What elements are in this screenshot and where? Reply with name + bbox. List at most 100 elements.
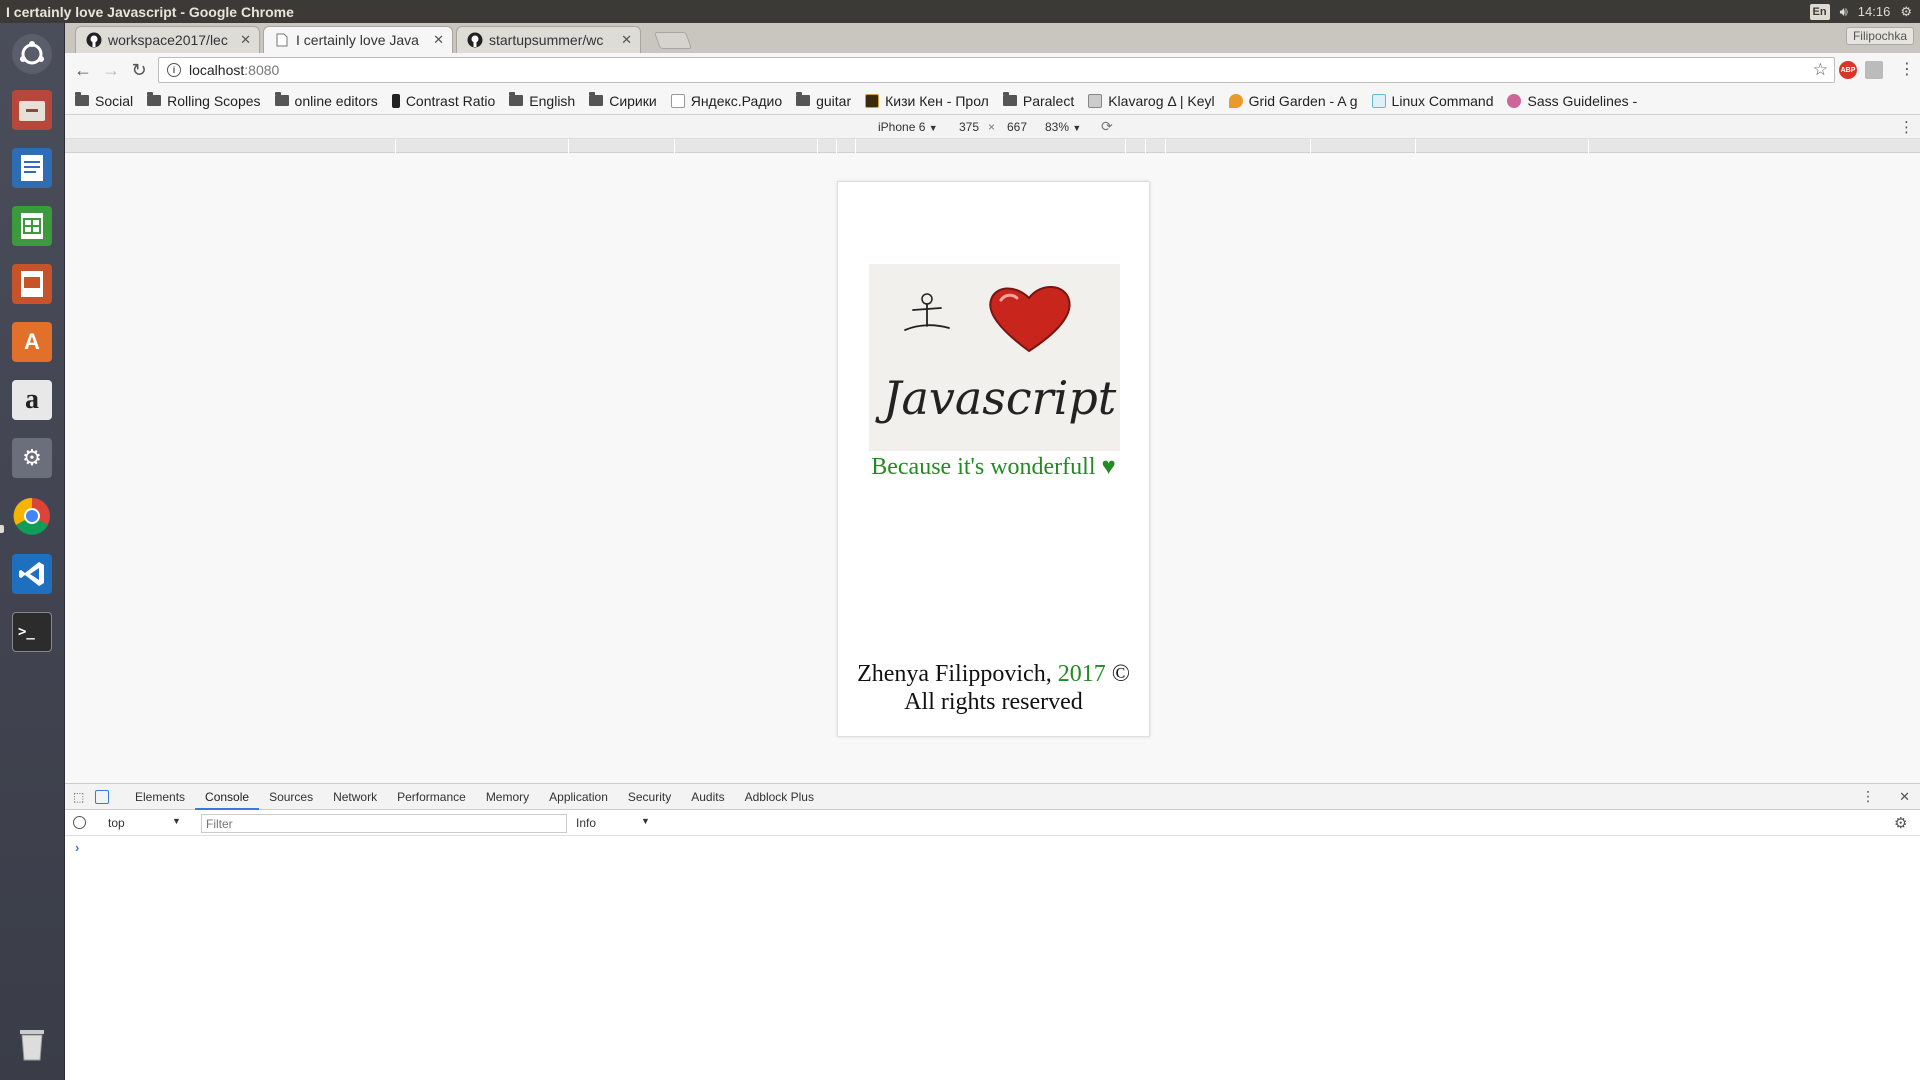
devtools-tab-performance[interactable]: Performance xyxy=(387,784,476,810)
reload-icon: ↻ xyxy=(131,59,147,80)
bookmark-klavarog[interactable]: Klavarog Δ | Keyl xyxy=(1088,93,1215,109)
bookmark-paralect[interactable]: Paralect xyxy=(1002,92,1075,109)
volume-icon[interactable]: 🔊︎ xyxy=(1840,4,1848,20)
bookmark-rolling-scopes[interactable]: Rolling Scopes xyxy=(147,92,261,109)
folder-icon xyxy=(75,92,89,106)
devtools-tab-memory[interactable]: Memory xyxy=(476,784,539,810)
chrome-window: workspace2017/lec ✕ I certainly love Jav… xyxy=(65,23,1920,1080)
devtools-tab-console[interactable]: Console xyxy=(195,784,260,810)
tab-workspace[interactable]: workspace2017/lec ✕ xyxy=(75,26,260,53)
devtools-menu-icon[interactable]: ⋮ xyxy=(1861,788,1875,805)
chrome-menu-icon[interactable]: ⋮ xyxy=(1899,59,1915,79)
emulated-viewport: Javascript Because it's wonderfull ♥ Zhe… xyxy=(65,153,1920,783)
launcher-system-settings[interactable]: ⚙ xyxy=(7,433,57,483)
bookmark-label: Contrast Ratio xyxy=(405,92,496,109)
system-settings-icon: ⚙ xyxy=(12,438,52,478)
bookmark-kizi-ken[interactable]: Кизи Кен - Прол xyxy=(865,93,989,109)
back-arrow-icon: ← xyxy=(74,59,92,80)
bookmark-label: Paralect xyxy=(1022,92,1075,109)
context-select[interactable]: top ▼ xyxy=(108,816,181,830)
launcher-files[interactable] xyxy=(7,85,57,135)
info-icon[interactable]: i xyxy=(167,63,181,77)
ubuntu-logo-icon xyxy=(12,34,52,74)
devtools-tab-network[interactable]: Network xyxy=(323,784,387,810)
new-tab-button[interactable] xyxy=(653,32,693,49)
launcher-trash[interactable] xyxy=(7,1019,57,1069)
dash-home-button[interactable] xyxy=(7,29,57,79)
media-query-ruler[interactable] xyxy=(65,139,1920,153)
bookmark-online-editors[interactable]: online editors xyxy=(274,92,378,109)
bookmark-english[interactable]: English xyxy=(509,92,575,109)
bookmark-grid-garden[interactable]: Grid Garden - A g xyxy=(1228,93,1358,109)
tagline: Because it's wonderfull ♥ xyxy=(871,454,1116,480)
console-filter-input[interactable] xyxy=(201,814,567,833)
bookmark-social[interactable]: Social xyxy=(75,92,133,109)
viewport-height-input[interactable]: 667 xyxy=(1007,120,1027,134)
adblock-plus-icon[interactable]: ABP xyxy=(1839,61,1857,79)
close-tab-icon[interactable]: ✕ xyxy=(621,32,632,48)
dropdown-arrow-icon: ▼ xyxy=(1072,122,1082,133)
profile-button[interactable]: Filipochka xyxy=(1845,27,1914,45)
bookmark-contrast-ratio[interactable]: Contrast Ratio xyxy=(391,92,496,109)
system-gear-icon[interactable]: ⚙ xyxy=(1900,4,1912,20)
bookmark-linux-command[interactable]: Linux Command xyxy=(1371,93,1493,109)
devtools-tab-application[interactable]: Application xyxy=(539,784,618,810)
devtools-tab-adblock-plus[interactable]: Adblock Plus xyxy=(735,784,824,810)
launcher-amazon[interactable]: a xyxy=(7,375,57,425)
devtools-tab-sources[interactable]: Sources xyxy=(259,784,323,810)
bookmark-label: Кизи Кен - Прол xyxy=(885,92,989,109)
bookmark-sass-guidelines[interactable]: Sass Guidelines - xyxy=(1507,93,1637,109)
tab-strip: workspace2017/lec ✕ I certainly love Jav… xyxy=(65,23,1920,53)
tab-current[interactable]: I certainly love Java ✕ xyxy=(263,26,453,53)
log-level-select[interactable]: Info ▼ xyxy=(576,816,650,830)
address-bar[interactable]: i localhost:8080 ☆ xyxy=(158,57,1835,83)
bookmark-label: Sass Guidelines - xyxy=(1527,92,1638,109)
folder-icon xyxy=(274,92,289,106)
os-top-panel: I certainly love Javascript - Google Chr… xyxy=(0,0,1920,23)
footer-rights: All rights reserved xyxy=(904,689,1083,715)
launcher-writer[interactable] xyxy=(7,143,57,193)
bookmark-label: Яндекс.Радио xyxy=(690,92,783,109)
clock[interactable]: 14:16 xyxy=(1858,4,1891,19)
dropdown-arrow-icon: ▼ xyxy=(172,815,181,826)
bookmark-siriki[interactable]: Сирики xyxy=(589,92,657,109)
close-tab-icon[interactable]: ✕ xyxy=(433,32,444,48)
device-select[interactable]: iPhone 6 ▼ xyxy=(878,120,938,134)
zoom-select[interactable]: 83% ▼ xyxy=(1045,120,1081,134)
launcher-chrome[interactable] xyxy=(7,491,57,541)
device-toolbar-toggle-icon[interactable] xyxy=(95,789,109,804)
reload-button[interactable]: ↻ xyxy=(125,56,153,84)
bookmark-guitar[interactable]: guitar xyxy=(796,92,852,109)
forward-button[interactable]: → xyxy=(97,56,125,84)
close-devtools-icon[interactable]: ✕ xyxy=(1899,789,1910,805)
clear-console-icon[interactable] xyxy=(73,816,86,829)
close-tab-icon[interactable]: ✕ xyxy=(240,32,251,48)
console-settings-gear-icon[interactable]: ⚙ xyxy=(1894,814,1907,832)
devtools-tab-elements[interactable]: Elements xyxy=(125,784,195,810)
bookmark-yandex-radio[interactable]: Яндекс.Радио xyxy=(670,92,783,109)
bookmark-label: guitar xyxy=(816,92,852,109)
launcher-calc[interactable] xyxy=(7,201,57,251)
tab-label: I certainly love Java xyxy=(296,32,419,48)
launcher-terminal[interactable]: >_ xyxy=(7,607,57,657)
launcher-impress[interactable] xyxy=(7,259,57,309)
vscode-icon xyxy=(12,554,52,594)
viewport-width-input[interactable]: 375 xyxy=(959,120,979,134)
zoom-level: 83% xyxy=(1045,119,1070,134)
keyboard-layout-indicator[interactable]: En xyxy=(1809,3,1830,20)
launcher-vscode[interactable] xyxy=(7,549,57,599)
inspect-element-icon[interactable]: ⬚ xyxy=(73,790,89,804)
console-prompt[interactable]: › xyxy=(75,840,79,855)
extension-icon[interactable] xyxy=(1865,61,1883,79)
tab-startupsummer[interactable]: startupsummer/wc ✕ xyxy=(456,26,641,53)
device-toolbar-menu-icon[interactable]: ⋮ xyxy=(1899,118,1914,136)
rotate-icon[interactable]: ⟳ xyxy=(1101,118,1113,135)
devtools-tab-security[interactable]: Security xyxy=(618,784,681,810)
linux-icon xyxy=(1371,93,1386,108)
back-button[interactable]: ← xyxy=(69,56,97,84)
klavarog-icon xyxy=(1088,93,1103,108)
devtools-tab-audits[interactable]: Audits xyxy=(681,784,734,810)
bookmark-star-icon[interactable]: ☆ xyxy=(1813,60,1828,80)
launcher-software-center[interactable]: A xyxy=(7,317,57,367)
impress-icon xyxy=(12,264,52,304)
